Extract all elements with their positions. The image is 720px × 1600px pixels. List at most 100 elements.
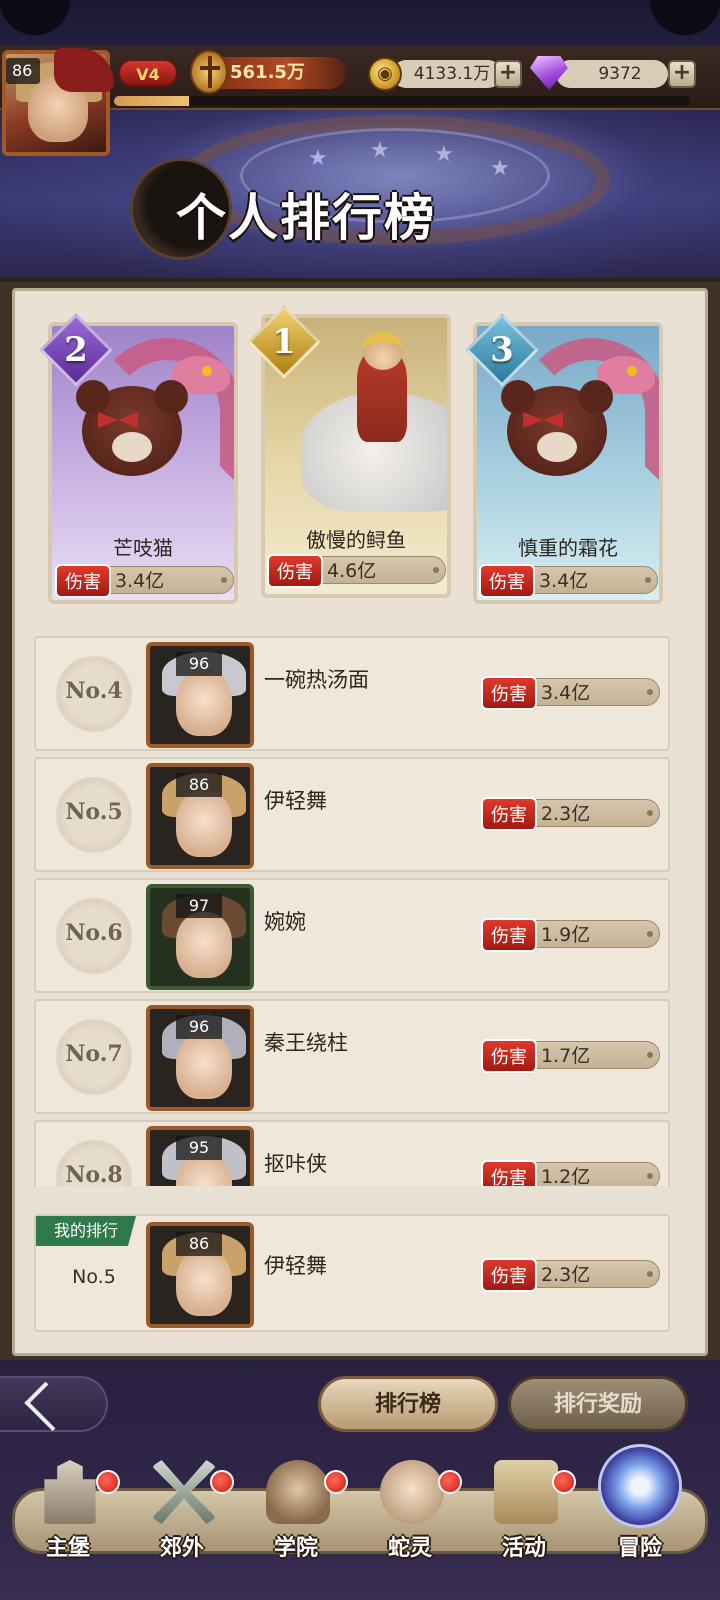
avatar-level: 97 bbox=[176, 894, 222, 918]
sword-icon bbox=[190, 50, 228, 94]
table-row[interactable]: No.6 97 婉婉 伤害 1.9亿 bbox=[34, 878, 670, 993]
avatar[interactable]: 96 bbox=[146, 1005, 254, 1111]
rank-label: No.7 bbox=[65, 1041, 123, 1067]
rank-2-number: 2 bbox=[64, 330, 88, 370]
notification-dot bbox=[96, 1470, 120, 1494]
rank-label: No.4 bbox=[65, 678, 123, 704]
nav-academy[interactable]: 学院 bbox=[246, 1460, 348, 1580]
back-arrow-icon bbox=[24, 1381, 74, 1432]
notification-dot bbox=[210, 1470, 234, 1494]
damage-pill: 伤害 3.4亿 bbox=[481, 676, 660, 710]
damage-pill: 伤害 1.2亿 bbox=[481, 1160, 660, 1186]
podium-damage-rank-2: 伤害 3.4亿 bbox=[55, 564, 234, 598]
damage-pill: 伤害 1.7亿 bbox=[481, 1039, 660, 1073]
castle-icon bbox=[44, 1460, 96, 1524]
rank-label: No.5 bbox=[65, 799, 123, 825]
damage-value: 2.3亿 bbox=[541, 1264, 591, 1286]
avatar[interactable]: 86 bbox=[146, 763, 254, 869]
add-gold-button[interactable]: + bbox=[494, 60, 522, 88]
nav-label: 主堡 bbox=[45, 1536, 90, 1561]
damage-tag: 伤害 bbox=[481, 1258, 537, 1292]
damage-tag: 伤害 bbox=[481, 918, 537, 952]
player-name: 一碗热汤面 bbox=[264, 668, 369, 692]
corner-decoration-right bbox=[650, 0, 720, 46]
star-decoration: ★ bbox=[370, 138, 390, 163]
nav-label: 蛇灵 bbox=[387, 1536, 432, 1561]
gold-coin-icon: ◉ bbox=[368, 57, 402, 91]
damage-value: 3.4亿 bbox=[541, 682, 591, 704]
avatar[interactable]: 95 bbox=[146, 1126, 254, 1186]
tab-leaderboard[interactable]: 排行榜 bbox=[318, 1376, 498, 1432]
my-rank-tag: 我的排行 bbox=[36, 1216, 136, 1246]
avatar-level: 96 bbox=[176, 652, 222, 676]
nav-outskirts[interactable]: 郊外 bbox=[132, 1460, 234, 1580]
damage-tag: 伤害 bbox=[481, 676, 537, 710]
ranking-list[interactable]: No.4 96 一碗热汤面 伤害 3.4亿 No.5 86 伊轻舞 伤害 2.3… bbox=[34, 636, 670, 1186]
avatar[interactable]: 96 bbox=[146, 642, 254, 748]
damage-tag: 伤害 bbox=[55, 564, 111, 598]
player-name: 伊轻舞 bbox=[264, 789, 327, 813]
table-row[interactable]: No.8 95 抠咔侠 伤害 1.2亿 bbox=[34, 1120, 670, 1186]
academy-icon bbox=[266, 1460, 330, 1524]
podium-name-rank-3: 慎重的霜花 bbox=[518, 536, 618, 560]
nav-adventure[interactable]: 冒险 bbox=[590, 1444, 690, 1580]
damage-value: 3.4亿 bbox=[539, 570, 589, 592]
damage-pill: 伤害 2.3亿 bbox=[481, 797, 660, 831]
experience-bar bbox=[114, 96, 690, 106]
gold-amount: 4133.1万 bbox=[392, 60, 502, 88]
damage-tag: 伤害 bbox=[481, 1160, 537, 1186]
player-name: 抠咔侠 bbox=[264, 1152, 327, 1176]
corner-decoration-left bbox=[0, 0, 70, 46]
player-level-badge: 86 bbox=[6, 58, 40, 84]
add-gems-button[interactable]: + bbox=[668, 60, 696, 88]
adventure-portal-icon bbox=[598, 1444, 682, 1528]
avatar[interactable]: 97 bbox=[146, 884, 254, 990]
nav-events[interactable]: 活动 bbox=[474, 1460, 576, 1580]
damage-value: 4.6亿 bbox=[327, 560, 377, 582]
podium-name-rank-2: 芒吱猫 bbox=[113, 536, 173, 560]
rank-1-number: 1 bbox=[272, 322, 296, 362]
avatar-level: 86 bbox=[176, 1232, 222, 1256]
table-row[interactable]: No.5 86 伊轻舞 伤害 2.3亿 bbox=[34, 757, 670, 872]
podium-damage-rank-3: 伤害 3.4亿 bbox=[479, 564, 658, 598]
rank-label: No.6 bbox=[65, 920, 123, 946]
player-name: 伊轻舞 bbox=[264, 1254, 327, 1278]
teddy-bear-art bbox=[501, 380, 613, 476]
nav-label: 冒险 bbox=[617, 1536, 662, 1561]
experience-bar-fill bbox=[114, 96, 189, 106]
star-decoration: ★ bbox=[308, 146, 328, 171]
player-name: 婉婉 bbox=[264, 910, 306, 934]
hero-rider-art bbox=[301, 332, 447, 512]
damage-value: 1.9亿 bbox=[541, 924, 591, 946]
avatar-level: 95 bbox=[176, 1136, 222, 1160]
nav-label: 学院 bbox=[273, 1536, 318, 1561]
avatar-level: 86 bbox=[176, 773, 222, 797]
table-row[interactable]: No.7 96 秦王绕柱 伤害 1.7亿 bbox=[34, 999, 670, 1114]
snake-spirit-icon bbox=[380, 1460, 444, 1524]
rank-label: No.8 bbox=[65, 1162, 123, 1186]
damage-value: 1.2亿 bbox=[541, 1166, 591, 1186]
notification-dot bbox=[324, 1470, 348, 1494]
damage-pill: 伤害 1.9亿 bbox=[481, 918, 660, 952]
nav-snake-spirit[interactable]: 蛇灵 bbox=[360, 1460, 462, 1580]
crossed-swords-icon bbox=[152, 1460, 216, 1524]
gift-icon bbox=[494, 1460, 558, 1524]
gem-amount: 9372 bbox=[556, 60, 668, 88]
damage-tag: 伤害 bbox=[481, 1039, 537, 1073]
damage-tag: 伤害 bbox=[481, 797, 537, 831]
rank-3-number: 3 bbox=[490, 330, 514, 370]
my-rank-label: No.5 bbox=[72, 1266, 116, 1288]
podium-damage-rank-1: 伤害 4.6亿 bbox=[267, 554, 446, 588]
vip-badge[interactable]: V4 bbox=[118, 59, 178, 87]
nav-main-castle[interactable]: 主堡 bbox=[18, 1460, 120, 1580]
nav-label: 活动 bbox=[501, 1536, 546, 1561]
my-rank-row[interactable]: 我的排行 No.5 86 伊轻舞 伤害 2.3亿 bbox=[34, 1214, 670, 1332]
table-row[interactable]: No.4 96 一碗热汤面 伤害 3.4亿 bbox=[34, 636, 670, 751]
page-title: 个人排行榜 bbox=[176, 188, 436, 247]
star-decoration: ★ bbox=[434, 142, 454, 167]
player-name: 秦王绕柱 bbox=[264, 1031, 348, 1055]
tab-ranking-rewards[interactable]: 排行奖励 bbox=[508, 1376, 688, 1432]
notification-dot bbox=[552, 1470, 576, 1494]
avatar[interactable]: 86 bbox=[146, 1222, 254, 1328]
back-button[interactable] bbox=[0, 1376, 108, 1432]
